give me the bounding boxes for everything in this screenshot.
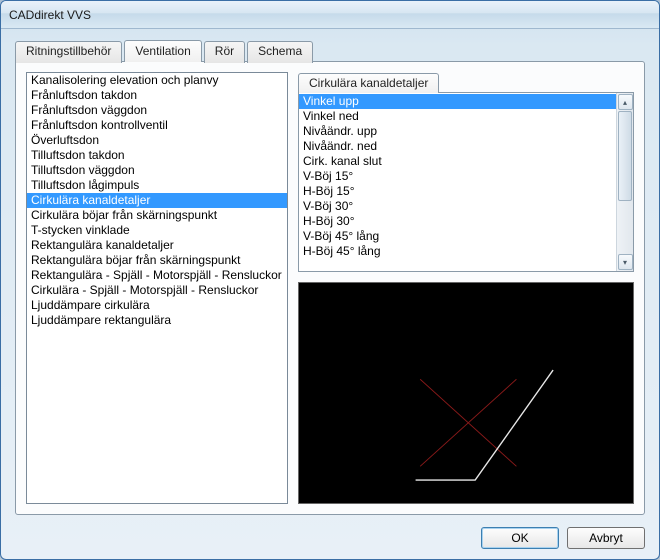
list-item[interactable]: V-Böj 30° [299, 199, 616, 214]
preview-drawing [299, 283, 633, 503]
list-item[interactable]: H-Böj 30° [299, 214, 616, 229]
category-listbox[interactable]: Kanalisolering elevation och planvyFrånl… [26, 72, 288, 504]
list-item[interactable]: Rektangulära - Spjäll - Motorspjäll - Re… [27, 268, 287, 283]
list-item[interactable]: Kanalisolering elevation och planvy [27, 73, 287, 88]
client-area: Ritningstillbehör Ventilation Rör Schema… [1, 29, 659, 523]
list-item[interactable]: Överluftsdon [27, 133, 287, 148]
list-item[interactable]: Cirkulära kanaldetaljer [27, 193, 287, 208]
list-item[interactable]: Cirk. kanal slut [299, 154, 616, 169]
list-item[interactable]: V-Böj 15° [299, 169, 616, 184]
dialog-footer: OK Avbryt [1, 523, 659, 559]
list-item[interactable]: Cirkulära - Spjäll - Motorspjäll - Rensl… [27, 283, 287, 298]
tab-ventilation[interactable]: Ventilation [124, 40, 201, 62]
list-item[interactable]: Frånluftsdon kontrollventil [27, 118, 287, 133]
list-item[interactable]: Cirkulära böjar från skärningspunkt [27, 208, 287, 223]
window-title: CADdirekt VVS [9, 8, 91, 22]
list-item[interactable]: Ljuddämpare rektangulära [27, 313, 287, 328]
detail-tab-row: Cirkulära kanaldetaljer [298, 72, 634, 92]
scroll-thumb[interactable] [618, 111, 632, 201]
tab-ritningstillbehor[interactable]: Ritningstillbehör [15, 41, 122, 63]
list-item[interactable]: Frånluftsdon takdon [27, 88, 287, 103]
detail-listbox-frame: Vinkel uppVinkel nedNivåändr. uppNivåänd… [298, 92, 634, 272]
detail-listbox[interactable]: Vinkel uppVinkel nedNivåändr. uppNivåänd… [299, 93, 616, 271]
list-item[interactable]: Ljuddämpare cirkulära [27, 298, 287, 313]
list-item[interactable]: Tilluftsdon väggdon [27, 163, 287, 178]
list-item[interactable]: H-Böj 15° [299, 184, 616, 199]
list-item[interactable]: Rektangulära kanaldetaljer [27, 238, 287, 253]
detail-tab[interactable]: Cirkulära kanaldetaljer [298, 73, 439, 93]
tab-ror[interactable]: Rör [204, 41, 245, 63]
scroll-up-button[interactable]: ▴ [618, 94, 633, 110]
list-item[interactable]: Tilluftsdon takdon [27, 148, 287, 163]
list-item[interactable]: Rektangulära böjar från skärningspunkt [27, 253, 287, 268]
list-item[interactable]: T-stycken vinklade [27, 223, 287, 238]
list-item[interactable]: V-Böj 45° lång [299, 229, 616, 244]
ok-button[interactable]: OK [481, 527, 559, 549]
list-item[interactable]: Tilluftsdon lågimpuls [27, 178, 287, 193]
scroll-down-button[interactable]: ▾ [618, 254, 633, 270]
titlebar[interactable]: CADdirekt VVS [1, 1, 659, 29]
cancel-button[interactable]: Avbryt [567, 527, 645, 549]
dialog-window: CADdirekt VVS Ritningstillbehör Ventilat… [0, 0, 660, 560]
tab-schema[interactable]: Schema [247, 41, 313, 63]
detail-column: Cirkulära kanaldetaljer Vinkel uppVinkel… [298, 72, 634, 504]
list-item[interactable]: Frånluftsdon väggdon [27, 103, 287, 118]
scrollbar-vertical[interactable]: ▴ ▾ [616, 93, 633, 271]
list-item[interactable]: Nivåändr. upp [299, 124, 616, 139]
scroll-track[interactable] [617, 111, 633, 253]
list-item[interactable]: Nivåändr. ned [299, 139, 616, 154]
tab-panel: Kanalisolering elevation och planvyFrånl… [15, 61, 645, 515]
list-item[interactable]: H-Böj 45° lång [299, 244, 616, 259]
category-column: Kanalisolering elevation och planvyFrånl… [26, 72, 288, 504]
main-tab-row: Ritningstillbehör Ventilation Rör Schema [15, 39, 645, 61]
list-item[interactable]: Vinkel ned [299, 109, 616, 124]
list-item[interactable]: Vinkel upp [299, 94, 616, 109]
preview-canvas [298, 282, 634, 504]
